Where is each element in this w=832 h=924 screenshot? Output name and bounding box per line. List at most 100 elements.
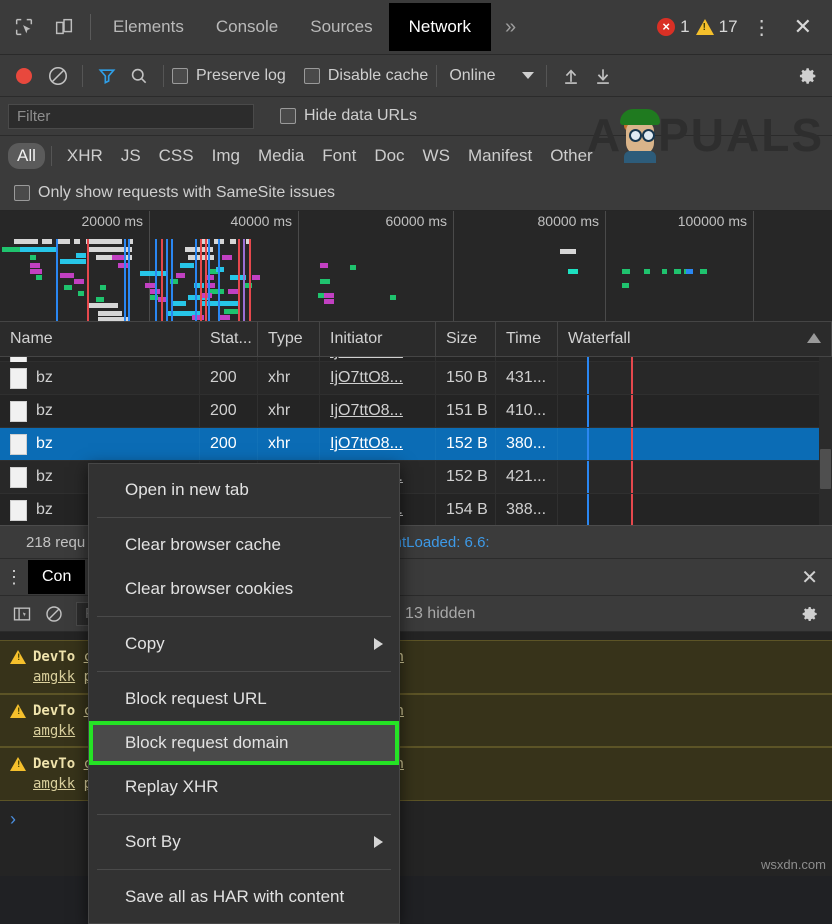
network-context-menu[interactable]: Open in new tab Clear browser cache Clea…	[88, 463, 400, 924]
row-type-cell: xhr	[258, 362, 320, 394]
column-header-size[interactable]: Size	[436, 322, 496, 356]
column-header-waterfall[interactable]: Waterfall	[558, 322, 832, 356]
console-message-source2[interactable]: amgkk	[33, 776, 75, 792]
warning-count-badge[interactable]: 17	[696, 17, 738, 37]
row-size-cell: 150 B	[436, 362, 496, 394]
row-type-cell: xhr	[258, 395, 320, 427]
warning-icon	[696, 19, 714, 35]
device-toolbar-icon[interactable]	[44, 7, 84, 47]
menu-item-open-in-new-tab[interactable]: Open in new tab	[89, 468, 399, 512]
row-initiator-cell[interactable]: IjO7ttO8...	[320, 362, 436, 394]
requests-table-scrollbar[interactable]	[819, 357, 832, 525]
error-count-label: 1	[680, 17, 689, 37]
menu-item-block-request-url[interactable]: Block request URL	[89, 677, 399, 721]
clear-console-icon[interactable]	[38, 599, 70, 629]
drawer-tab-console[interactable]: Con	[28, 560, 85, 594]
summary-requests: 218 requ	[14, 534, 97, 551]
column-header-status[interactable]: Stat...	[200, 322, 258, 356]
menu-item-sort-by[interactable]: Sort By	[89, 820, 399, 864]
console-prompt-caret: ›	[10, 809, 16, 830]
chevron-down-icon	[522, 72, 534, 79]
row-status-cell: 200	[200, 428, 258, 460]
tab-elements[interactable]: Elements	[97, 3, 200, 51]
disable-cache-label: Disable cache	[328, 67, 429, 85]
row-time-cell: 421...	[496, 461, 558, 493]
console-message-source2[interactable]: amgkk	[33, 723, 75, 739]
type-filter-media[interactable]: Media	[249, 143, 313, 169]
menu-item-sort-by-label: Sort By	[125, 832, 181, 852]
clear-network-icon[interactable]	[42, 61, 74, 91]
type-filter-other[interactable]: Other	[541, 143, 602, 169]
column-header-name[interactable]: Name	[0, 322, 200, 356]
row-initiator-cell[interactable]: IjO7ttO8...	[320, 428, 436, 460]
overview-request-bars	[0, 239, 832, 321]
network-overview-timeline[interactable]: 20000 ms 40000 ms 60000 ms 80000 ms 1000…	[0, 211, 832, 322]
type-filter-font[interactable]: Font	[313, 143, 365, 169]
type-filter-img[interactable]: Img	[203, 143, 249, 169]
menu-item-clear-browser-cache[interactable]: Clear browser cache	[89, 523, 399, 567]
type-filter-xhr[interactable]: XHR	[58, 143, 112, 169]
samesite-checkbox[interactable]: Only show requests with SameSite issues	[14, 184, 335, 202]
disable-cache-checkbox[interactable]: Disable cache	[304, 67, 429, 85]
close-devtools-button[interactable]: ✕	[786, 14, 820, 40]
column-header-time[interactable]: Time	[496, 322, 558, 356]
gear-icon[interactable]	[794, 599, 826, 629]
column-header-initiator[interactable]: Initiator	[320, 322, 436, 356]
table-row[interactable]: bz 200 xhr IjO7ttO8... 151 B 410...	[0, 395, 832, 428]
menu-item-copy-label: Copy	[125, 634, 165, 654]
type-filter-css[interactable]: CSS	[150, 143, 203, 169]
record-stop-icon[interactable]	[16, 68, 32, 84]
row-name-label: bz	[36, 357, 53, 361]
preserve-log-checkbox[interactable]: Preserve log	[172, 67, 286, 85]
drawer-menu-button[interactable]: ⋮	[0, 567, 28, 588]
tabbar-right-group: × 1 17 ⋮ ✕	[657, 14, 828, 40]
requests-table-header: Name Stat... Type Initiator Size Time Wa…	[0, 322, 832, 357]
error-count-badge[interactable]: × 1	[657, 17, 689, 37]
type-filter-all[interactable]: All	[8, 143, 45, 169]
export-har-icon[interactable]	[587, 61, 619, 91]
row-name-cell: bz	[0, 395, 200, 427]
console-message-source2[interactable]: amgkk	[33, 669, 75, 685]
network-filter-input[interactable]	[8, 104, 254, 129]
table-row[interactable]: bz 200 xhr IjO7ttO8... 150 B 431...	[0, 362, 832, 395]
hide-data-urls-checkbox[interactable]: Hide data URLs	[280, 107, 417, 125]
row-initiator-cell[interactable]: IjO7ttO8...	[320, 395, 436, 427]
tab-sources[interactable]: Sources	[294, 3, 388, 51]
document-icon	[10, 401, 27, 422]
type-filter-manifest[interactable]: Manifest	[459, 143, 541, 169]
tab-network[interactable]: Network	[389, 3, 491, 51]
menu-item-clear-browser-cookies[interactable]: Clear browser cookies	[89, 567, 399, 611]
throttling-select[interactable]: Online	[445, 67, 537, 85]
menu-item-replay-xhr[interactable]: Replay XHR	[89, 765, 399, 809]
menu-divider-4	[97, 814, 391, 815]
row-name-label: bz	[36, 435, 53, 453]
menu-item-save-all-as-har[interactable]: Save all as HAR with content	[89, 875, 399, 919]
samesite-label: Only show requests with SameSite issues	[38, 184, 335, 202]
type-filter-js[interactable]: JS	[112, 143, 150, 169]
menu-item-block-request-domain[interactable]: Block request domain	[89, 721, 399, 765]
type-filter-ws[interactable]: WS	[414, 143, 459, 169]
document-icon	[10, 434, 27, 455]
row-waterfall-cell	[558, 461, 832, 493]
scrollbar-thumb[interactable]	[820, 449, 831, 489]
import-har-icon[interactable]	[555, 61, 587, 91]
column-header-type[interactable]: Type	[258, 322, 320, 356]
warning-count-label: 17	[719, 17, 738, 37]
gear-icon[interactable]	[792, 61, 824, 91]
drawer-close-button[interactable]: ✕	[787, 565, 832, 590]
table-row-selected[interactable]: bz 200 xhr IjO7ttO8... 152 B 380...	[0, 428, 832, 461]
row-waterfall-cell	[558, 494, 832, 525]
menu-item-copy[interactable]: Copy	[89, 622, 399, 666]
inspect-element-icon[interactable]	[4, 7, 44, 47]
more-tabs-button[interactable]: »	[491, 6, 530, 49]
row-size-cell: 152 B	[436, 461, 496, 493]
type-filter-doc[interactable]: Doc	[365, 143, 413, 169]
console-sidebar-icon[interactable]	[6, 599, 38, 629]
row-time-cell: 410...	[496, 395, 558, 427]
row-initiator-link: IjO7ttO8...	[330, 402, 403, 420]
menu-divider-2	[97, 616, 391, 617]
devtools-menu-button[interactable]: ⋮	[744, 15, 780, 40]
search-icon[interactable]	[123, 61, 155, 91]
tab-console[interactable]: Console	[200, 3, 294, 51]
filter-funnel-icon[interactable]	[91, 61, 123, 91]
